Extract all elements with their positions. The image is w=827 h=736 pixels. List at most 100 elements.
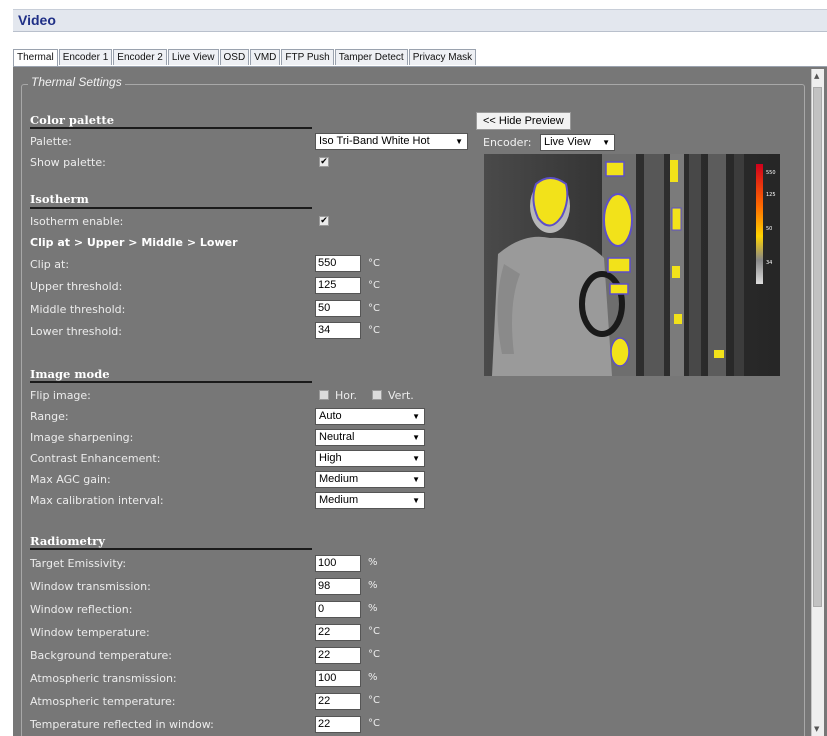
palette-select[interactable]: Iso Tri-Band White Hot ▼ <box>315 133 468 150</box>
window-title: Video <box>18 12 56 28</box>
encoder-label: Encoder: <box>483 136 532 149</box>
tab-encoder-2[interactable]: Encoder 2 <box>113 49 167 65</box>
dropdown-arrow-icon: ▼ <box>412 433 420 442</box>
window-temperature-input[interactable]: 22 <box>315 624 361 641</box>
lower-threshold-label: Lower threshold: <box>30 325 122 338</box>
clip-order-label: Clip at > Upper > Middle > Lower <box>30 236 238 249</box>
window-transmission-label: Window transmission: <box>30 580 151 593</box>
range-label: Range: <box>30 410 69 423</box>
thermal-panel: Thermal Settings Color palette Palette: … <box>13 66 827 736</box>
flip-image-label: Flip image: <box>30 389 91 402</box>
encoder-value: Live View <box>544 136 591 148</box>
temperature-reflected-label: Temperature reflected in window: <box>30 718 214 731</box>
scroll-down-arrow-icon[interactable]: ▼ <box>814 725 819 733</box>
upper-threshold-label: Upper threshold: <box>30 280 123 293</box>
unit-celsius: °C <box>368 325 380 336</box>
unit-celsius: °C <box>368 695 380 706</box>
range-select[interactable]: Auto ▼ <box>315 408 425 425</box>
clip-at-input[interactable]: 550 <box>315 255 361 272</box>
unit-percent: % <box>368 603 378 614</box>
tab-osd[interactable]: OSD <box>219 49 250 65</box>
dropdown-arrow-icon: ▼ <box>602 138 610 147</box>
window-temperature-label: Window temperature: <box>30 626 150 639</box>
unit-percent: % <box>368 580 378 591</box>
dropdown-arrow-icon: ▼ <box>455 137 463 146</box>
scale-label: 550 <box>766 170 776 176</box>
scale-label: 125 <box>766 192 776 198</box>
fieldset-legend: Thermal Settings <box>28 75 125 89</box>
section-radiometry: Radiometry <box>30 534 105 548</box>
tab-thermal[interactable]: Thermal <box>13 49 58 66</box>
unit-celsius: °C <box>368 303 380 314</box>
dropdown-arrow-icon: ▼ <box>412 412 420 421</box>
max-agc-gain-select[interactable]: Medium ▼ <box>315 471 425 488</box>
middle-threshold-input[interactable]: 50 <box>315 300 361 317</box>
unit-celsius: °C <box>368 258 380 269</box>
scale-label: 50 <box>766 226 772 232</box>
unit-celsius: °C <box>368 649 380 660</box>
max-calibration-select[interactable]: Medium ▼ <box>315 492 425 509</box>
isotherm-enable-checkbox[interactable]: ✔ <box>319 216 329 226</box>
upper-threshold-input[interactable]: 125 <box>315 277 361 294</box>
atmospheric-temperature-input[interactable]: 22 <box>315 693 361 710</box>
contrast-enhancement-label: Contrast Enhancement: <box>30 452 161 465</box>
tab-privacy-mask[interactable]: Privacy Mask <box>408 49 477 65</box>
image-sharpening-label: Image sharpening: <box>30 431 134 444</box>
section-isotherm: Isotherm <box>30 192 89 206</box>
max-agc-gain-label: Max AGC gain: <box>30 473 111 486</box>
lower-threshold-input[interactable]: 34 <box>315 322 361 339</box>
max-agc-gain-value: Medium <box>319 473 359 485</box>
max-calibration-label: Max calibration interval: <box>30 494 164 507</box>
show-palette-label: Show palette: <box>30 156 106 169</box>
scroll-up-arrow-icon[interactable]: ▲ <box>814 72 819 80</box>
encoder-select[interactable]: Live View ▼ <box>540 134 615 151</box>
temperature-scale-bar <box>756 164 763 284</box>
flip-hor-checkbox[interactable] <box>319 390 329 400</box>
section-divider <box>30 381 312 383</box>
unit-percent: % <box>368 672 378 683</box>
image-sharpening-select[interactable]: Neutral ▼ <box>315 429 425 446</box>
section-divider <box>30 207 312 209</box>
palette-label: Palette: <box>30 135 72 148</box>
section-color-palette: Color palette <box>30 113 115 127</box>
section-divider <box>30 127 312 129</box>
flip-hor-label: Hor. <box>335 389 358 402</box>
background-temperature-input[interactable]: 22 <box>315 647 361 664</box>
isotherm-enable-label: Isotherm enable: <box>30 215 124 228</box>
unit-celsius: °C <box>368 718 380 729</box>
atmospheric-transmission-input[interactable]: 100 <box>315 670 361 687</box>
unit-celsius: °C <box>368 280 380 291</box>
vertical-scrollbar[interactable]: ▲ ▼ <box>811 69 824 736</box>
unit-percent: % <box>368 557 378 568</box>
max-calibration-value: Medium <box>319 494 359 506</box>
tab-vmd[interactable]: VMD <box>250 49 281 65</box>
scrollbar-thumb[interactable] <box>813 87 822 607</box>
target-emissivity-label: Target Emissivity: <box>30 557 127 570</box>
window-reflection-label: Window reflection: <box>30 603 133 616</box>
contrast-enhancement-value: High <box>319 452 342 464</box>
tab-encoder-1[interactable]: Encoder 1 <box>58 49 113 65</box>
tab-live-view[interactable]: Live View <box>167 49 219 65</box>
hide-preview-button[interactable]: << Hide Preview <box>476 112 571 130</box>
atmospheric-temperature-label: Atmospheric temperature: <box>30 695 176 708</box>
target-emissivity-input[interactable]: 100 <box>315 555 361 572</box>
flip-vert-checkbox[interactable] <box>372 390 382 400</box>
background-temperature-label: Background temperature: <box>30 649 172 662</box>
temperature-reflected-input[interactable]: 22 <box>315 716 361 733</box>
unit-celsius: °C <box>368 626 380 637</box>
tab-bar: Thermal Encoder 1 Encoder 2 Live View OS… <box>13 49 477 66</box>
window-reflection-input[interactable]: 0 <box>315 601 361 618</box>
flip-vert-label: Vert. <box>388 389 414 402</box>
tab-ftp-push[interactable]: FTP Push <box>281 49 334 65</box>
window-transmission-input[interactable]: 98 <box>315 578 361 595</box>
atmospheric-transmission-label: Atmospheric transmission: <box>30 672 177 685</box>
section-image-mode: Image mode <box>30 367 110 381</box>
dropdown-arrow-icon: ▼ <box>412 454 420 463</box>
image-sharpening-value: Neutral <box>319 431 355 443</box>
tab-tamper-detect[interactable]: Tamper Detect <box>334 49 408 65</box>
section-divider <box>30 548 312 550</box>
show-palette-checkbox[interactable]: ✔ <box>319 157 329 167</box>
dropdown-arrow-icon: ▼ <box>412 496 420 505</box>
middle-threshold-label: Middle threshold: <box>30 303 126 316</box>
contrast-enhancement-select[interactable]: High ▼ <box>315 450 425 467</box>
